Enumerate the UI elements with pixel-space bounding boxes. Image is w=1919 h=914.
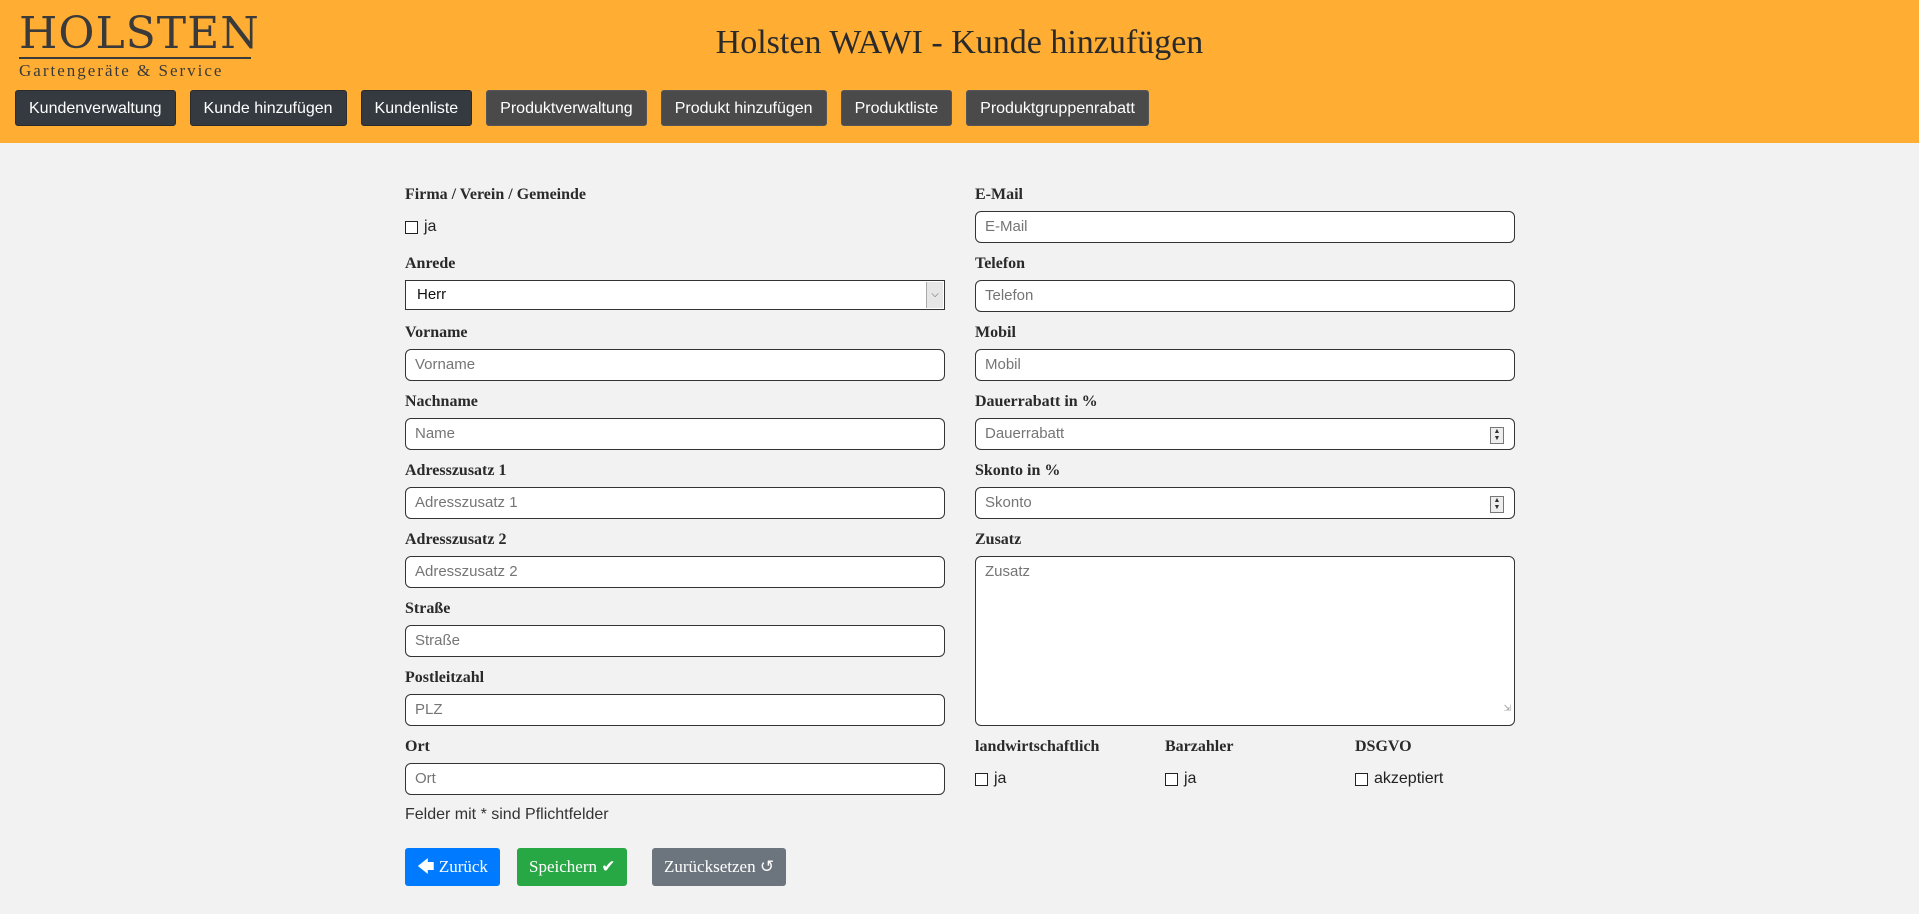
barzahler-checkbox[interactable] xyxy=(1165,772,1178,786)
vorname-input[interactable]: Vorname xyxy=(405,349,945,381)
zusatz-textarea[interactable]: Zusatz ⇲ xyxy=(975,556,1515,726)
landwirtschaftlich-checkbox-label: ja xyxy=(994,770,1007,787)
landwirtschaftlich-field: landwirtschaftlich ja xyxy=(975,738,1155,787)
barzahler-field: Barzahler ja xyxy=(1165,738,1345,787)
landwirtschaftlich-checkbox[interactable] xyxy=(975,772,988,786)
page-title: Holsten WAWI - Kunde hinzufügen xyxy=(715,24,1204,61)
plz-input[interactable]: PLZ xyxy=(405,694,945,726)
resize-handle-icon[interactable]: ⇲ xyxy=(1503,693,1511,723)
nav-produkt-hinzufuegen[interactable]: Produkt hinzufügen xyxy=(660,90,827,126)
barzahler-checkbox-row[interactable]: ja xyxy=(1165,770,1196,788)
anrede-select[interactable]: Herr ⌵ xyxy=(405,280,945,310)
skonto-input[interactable]: Skonto ▲ ▼ xyxy=(975,487,1515,519)
plz-field: Postleitzahl PLZ xyxy=(405,669,945,726)
adresszusatz2-label: Adresszusatz 2 xyxy=(405,531,507,548)
telefon-label: Telefon xyxy=(975,255,1026,272)
dsgvo-checkbox-label: akzeptiert xyxy=(1374,770,1444,787)
firma-label: Firma / Verein / Gemeinde xyxy=(405,186,587,203)
nachname-input[interactable]: Name xyxy=(405,418,945,450)
dauerrabatt-label: Dauerrabatt in % xyxy=(975,393,1098,410)
adresszusatz1-field: Adresszusatz 1 Adresszusatz 1 xyxy=(405,462,945,519)
skonto-placeholder: Skonto xyxy=(985,494,1032,511)
save-button-label: Speichern xyxy=(529,857,597,876)
skonto-label: Skonto in % xyxy=(975,462,1061,479)
app-header: HOLSTEN Gartengeräte & Service Holsten W… xyxy=(0,0,1919,143)
adresszusatz2-field: Adresszusatz 2 Adresszusatz 2 xyxy=(405,531,945,588)
undo-icon: ↺ xyxy=(759,857,775,876)
vorname-label: Vorname xyxy=(405,324,468,341)
nachname-field: Nachname Name xyxy=(405,393,945,450)
back-button[interactable]: 🡄 Zurück xyxy=(405,848,500,886)
nav-produktgruppenrabatt[interactable]: Produktgruppenrabatt xyxy=(966,90,1149,126)
barzahler-label: Barzahler xyxy=(1165,738,1234,755)
zusatz-placeholder: Zusatz xyxy=(985,563,1031,580)
mobil-input[interactable]: Mobil xyxy=(975,349,1515,381)
adresszusatz1-input[interactable]: Adresszusatz 1 xyxy=(405,487,945,519)
chevron-down-icon[interactable]: ⌵ xyxy=(926,282,943,308)
zusatz-label: Zusatz xyxy=(975,531,1022,548)
telefon-field: Telefon Telefon xyxy=(975,255,1515,312)
email-label: E-Mail xyxy=(975,186,1023,203)
anrede-selected-value: Herr xyxy=(417,286,447,303)
arrow-left-icon: 🡄 xyxy=(417,857,435,876)
adresszusatz1-label: Adresszusatz 1 xyxy=(405,462,507,479)
barzahler-checkbox-label: ja xyxy=(1184,770,1197,787)
anrede-label: Anrede xyxy=(405,255,456,272)
strasse-input[interactable]: Straße xyxy=(405,625,945,657)
nav-kundenliste[interactable]: Kundenliste xyxy=(360,90,473,126)
landwirtschaftlich-label: landwirtschaftlich xyxy=(975,738,1100,755)
back-button-label: Zurück xyxy=(438,857,488,876)
dsgvo-checkbox[interactable] xyxy=(1355,772,1368,786)
strasse-label: Straße xyxy=(405,600,451,617)
mobil-label: Mobil xyxy=(975,324,1016,341)
dsgvo-checkbox-row[interactable]: akzeptiert xyxy=(1355,770,1443,788)
reset-button-label: Zurücksetzen xyxy=(664,857,756,876)
strasse-field: Straße Straße xyxy=(405,600,945,657)
ort-label: Ort xyxy=(405,738,430,755)
dauerrabatt-placeholder: Dauerrabatt xyxy=(985,425,1065,442)
dsgvo-label: DSGVO xyxy=(1355,738,1412,755)
number-spinner-icon[interactable]: ▲ ▼ xyxy=(1490,496,1504,513)
nachname-label: Nachname xyxy=(405,393,478,410)
vorname-field: Vorname Vorname xyxy=(405,324,945,381)
nav-produktliste[interactable]: Produktliste xyxy=(840,90,953,126)
email-field: E-Mail E-Mail xyxy=(975,186,1515,243)
dsgvo-field: DSGVO akzeptiert xyxy=(1355,738,1535,787)
adresszusatz2-input[interactable]: Adresszusatz 2 xyxy=(405,556,945,588)
nav-produktverwaltung[interactable]: Produktverwaltung xyxy=(486,90,647,126)
firma-checkbox-row[interactable]: ja xyxy=(405,218,436,236)
nav-kunde-hinzufuegen[interactable]: Kunde hinzufügen xyxy=(189,90,347,126)
reset-button[interactable]: Zurücksetzen ↺ xyxy=(652,848,787,886)
anrede-field: Anrede Herr ⌵ xyxy=(405,255,945,310)
required-fields-note: Felder mit * sind Pflichtfelder xyxy=(405,806,609,823)
zusatz-field: Zusatz Zusatz ⇲ xyxy=(975,531,1515,726)
save-button[interactable]: Speichern ✔ xyxy=(517,848,628,886)
mobil-field: Mobil Mobil xyxy=(975,324,1515,381)
ort-field: Ort Ort xyxy=(405,738,945,795)
logo-subtitle: Gartengeräte & Service xyxy=(19,61,224,80)
nav-kundenverwaltung[interactable]: Kundenverwaltung xyxy=(15,90,176,126)
skonto-field: Skonto in % Skonto ▲ ▼ xyxy=(975,462,1515,519)
dauerrabatt-field: Dauerrabatt in % Dauerrabatt ▲ ▼ xyxy=(975,393,1515,450)
firma-checkbox[interactable] xyxy=(405,220,418,234)
telefon-input[interactable]: Telefon xyxy=(975,280,1515,312)
dauerrabatt-input[interactable]: Dauerrabatt ▲ ▼ xyxy=(975,418,1515,450)
checkmark-icon: ✔ xyxy=(601,857,616,876)
number-spinner-icon[interactable]: ▲ ▼ xyxy=(1490,427,1504,444)
plz-label: Postleitzahl xyxy=(405,669,485,686)
firma-field: Firma / Verein / Gemeinde ja xyxy=(405,186,945,235)
landwirtschaftlich-checkbox-row[interactable]: ja xyxy=(975,770,1006,788)
main-nav: Kundenverwaltung Kunde hinzufügen Kunden… xyxy=(15,90,1163,126)
ort-input[interactable]: Ort xyxy=(405,763,945,795)
firma-checkbox-label: ja xyxy=(424,218,437,235)
email-input[interactable]: E-Mail xyxy=(975,211,1515,243)
